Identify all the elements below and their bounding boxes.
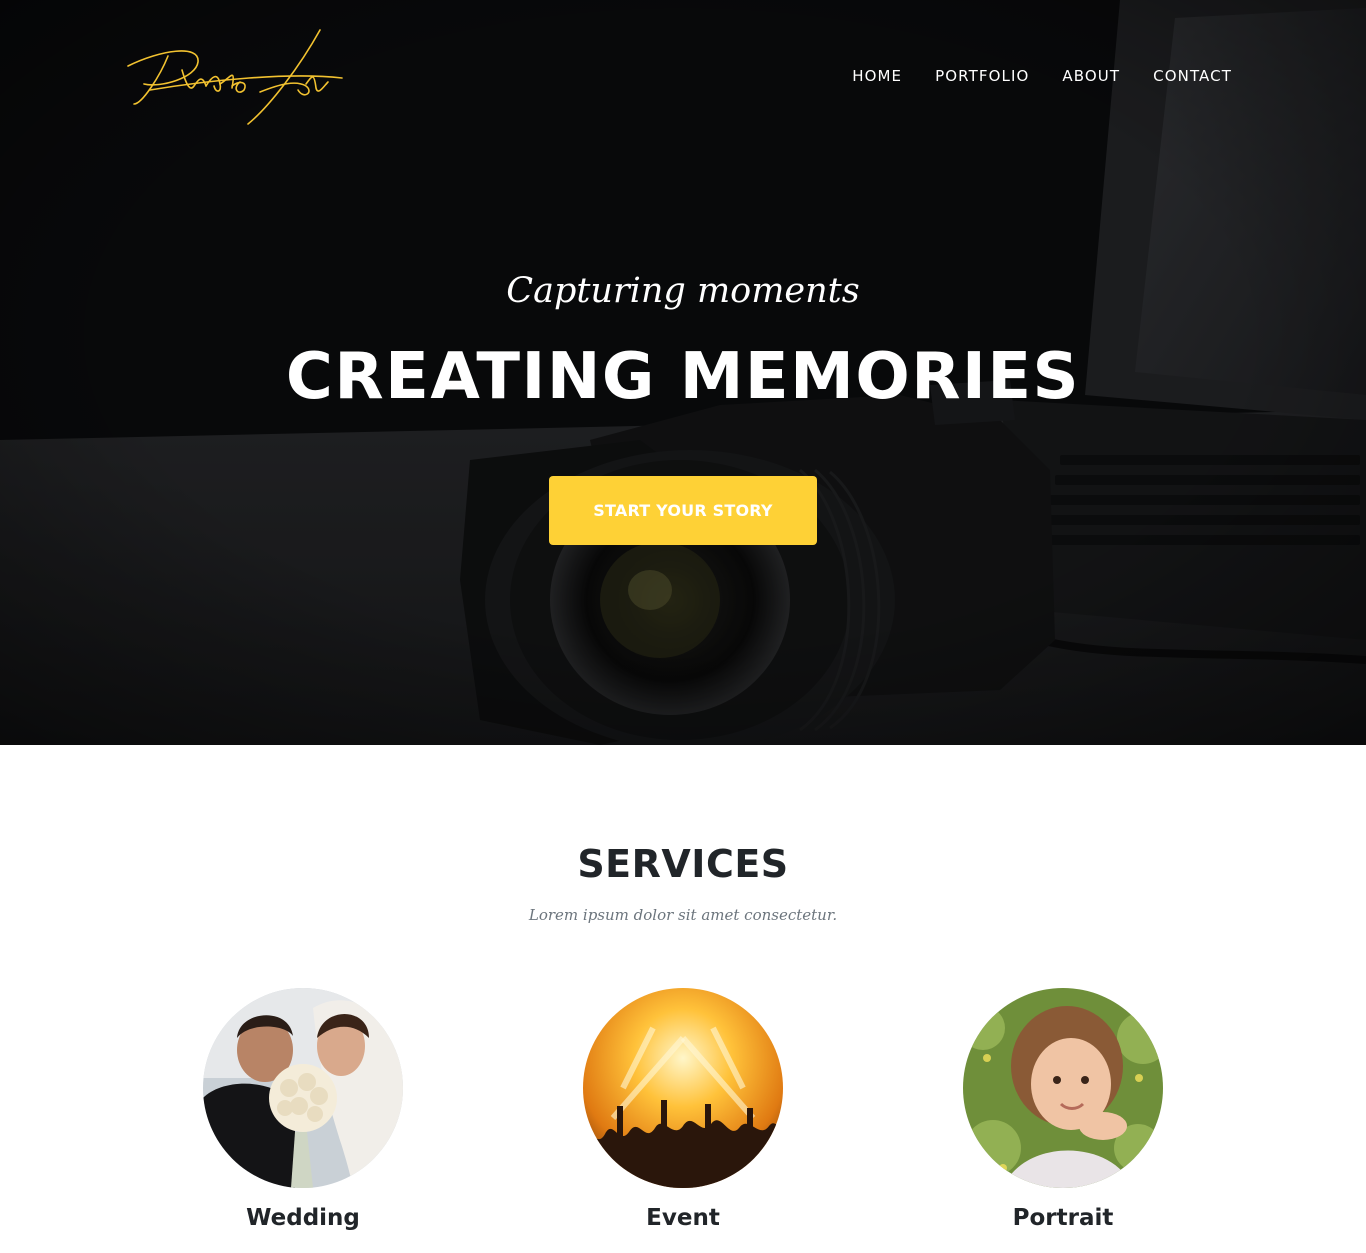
nav-contact[interactable]: CONTACT xyxy=(1153,66,1232,86)
event-photo[interactable] xyxy=(583,988,783,1188)
start-your-story-button[interactable]: START YOUR STORY xyxy=(549,476,817,545)
services-title: SERVICES xyxy=(577,842,789,886)
service-card-portrait: Portrait xyxy=(963,988,1163,1234)
service-label-portrait: Portrait xyxy=(1012,1205,1114,1231)
main-nav: HOME PORTFOLIO ABOUT CONTACT xyxy=(852,66,1232,86)
hero-heading: CREATING MEMORIES xyxy=(285,340,1081,414)
hero-section: HOME PORTFOLIO ABOUT CONTACT Capturing m… xyxy=(0,0,1366,745)
portrait-photo[interactable] xyxy=(963,988,1163,1188)
nav-about[interactable]: ABOUT xyxy=(1062,66,1120,86)
service-label-wedding: Wedding xyxy=(246,1205,360,1231)
service-card-event: Event xyxy=(583,988,783,1234)
nav-home[interactable]: HOME xyxy=(852,66,902,86)
services-subtitle: Lorem ipsum dolor sit amet consectetur. xyxy=(528,906,838,924)
hero-tagline: Capturing moments xyxy=(506,271,860,311)
photo-art-logo[interactable] xyxy=(120,26,350,130)
nav-portfolio[interactable]: PORTFOLIO xyxy=(935,66,1029,86)
service-label-event: Event xyxy=(646,1205,720,1231)
service-card-wedding: Wedding xyxy=(203,988,403,1234)
wedding-photo[interactable] xyxy=(203,988,403,1188)
